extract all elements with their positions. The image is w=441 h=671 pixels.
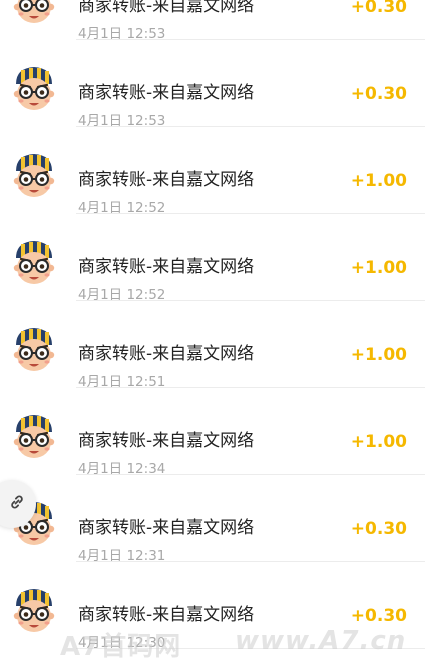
transaction-list: 商家转账-来自嘉文网络 4月1日 12:53 +0.30 商家转账-来自嘉文网络… [0,0,441,651]
cartoon-avatar-icon [7,584,61,638]
transaction-title: 商家转账-来自嘉文网络 [78,431,255,451]
transaction-item[interactable]: 商家转账-来自嘉文网络 4月1日 12:34 +1.00 [0,388,441,477]
transaction-amount: +1.00 [350,258,407,278]
link-icon [8,493,26,515]
cartoon-avatar-icon [7,410,61,464]
cartoon-avatar-icon [7,0,61,29]
cartoon-avatar-icon [7,236,61,290]
transaction-title: 商家转账-来自嘉文网络 [78,518,255,538]
cartoon-avatar-icon [7,323,61,377]
cartoon-avatar-icon [7,149,61,203]
transaction-title: 商家转账-来自嘉文网络 [78,605,255,625]
transaction-amount: +1.00 [350,345,407,365]
transaction-amount: +1.00 [350,432,407,452]
transaction-title: 商家转账-来自嘉文网络 [78,0,255,16]
transaction-amount: +0.30 [350,84,407,104]
transaction-amount: +1.00 [350,171,407,191]
transaction-amount: +0.30 [350,0,407,17]
transaction-item[interactable]: 商家转账-来自嘉文网络 4月1日 12:51 +1.00 [0,301,441,390]
transaction-title: 商家转账-来自嘉文网络 [78,344,255,364]
transaction-item[interactable]: 商家转账-来自嘉文网络 4月1日 12:53 +0.30 [0,40,441,129]
transaction-title: 商家转账-来自嘉文网络 [78,170,255,190]
transaction-amount: +0.30 [350,606,407,626]
transaction-title: 商家转账-来自嘉文网络 [78,83,255,103]
transaction-item[interactable]: 商家转账-来自嘉文网络 4月1日 12:30 +0.30 [0,562,441,651]
transaction-list-screen: 商家转账-来自嘉文网络 4月1日 12:53 +0.30 商家转账-来自嘉文网络… [0,0,441,671]
transaction-amount: +0.30 [350,519,407,539]
row-divider [76,648,425,649]
transaction-item[interactable]: 商家转账-来自嘉文网络 4月1日 12:53 +0.30 [0,0,441,42]
transaction-item[interactable]: 商家转账-来自嘉文网络 4月1日 12:31 +0.30 [0,475,441,564]
cartoon-avatar-icon [7,62,61,116]
transaction-time: 4月1日 12:30 [78,635,166,651]
transaction-item[interactable]: 商家转账-来自嘉文网络 4月1日 12:52 +1.00 [0,127,441,216]
transaction-item[interactable]: 商家转账-来自嘉文网络 4月1日 12:52 +1.00 [0,214,441,303]
transaction-title: 商家转账-来自嘉文网络 [78,257,255,277]
